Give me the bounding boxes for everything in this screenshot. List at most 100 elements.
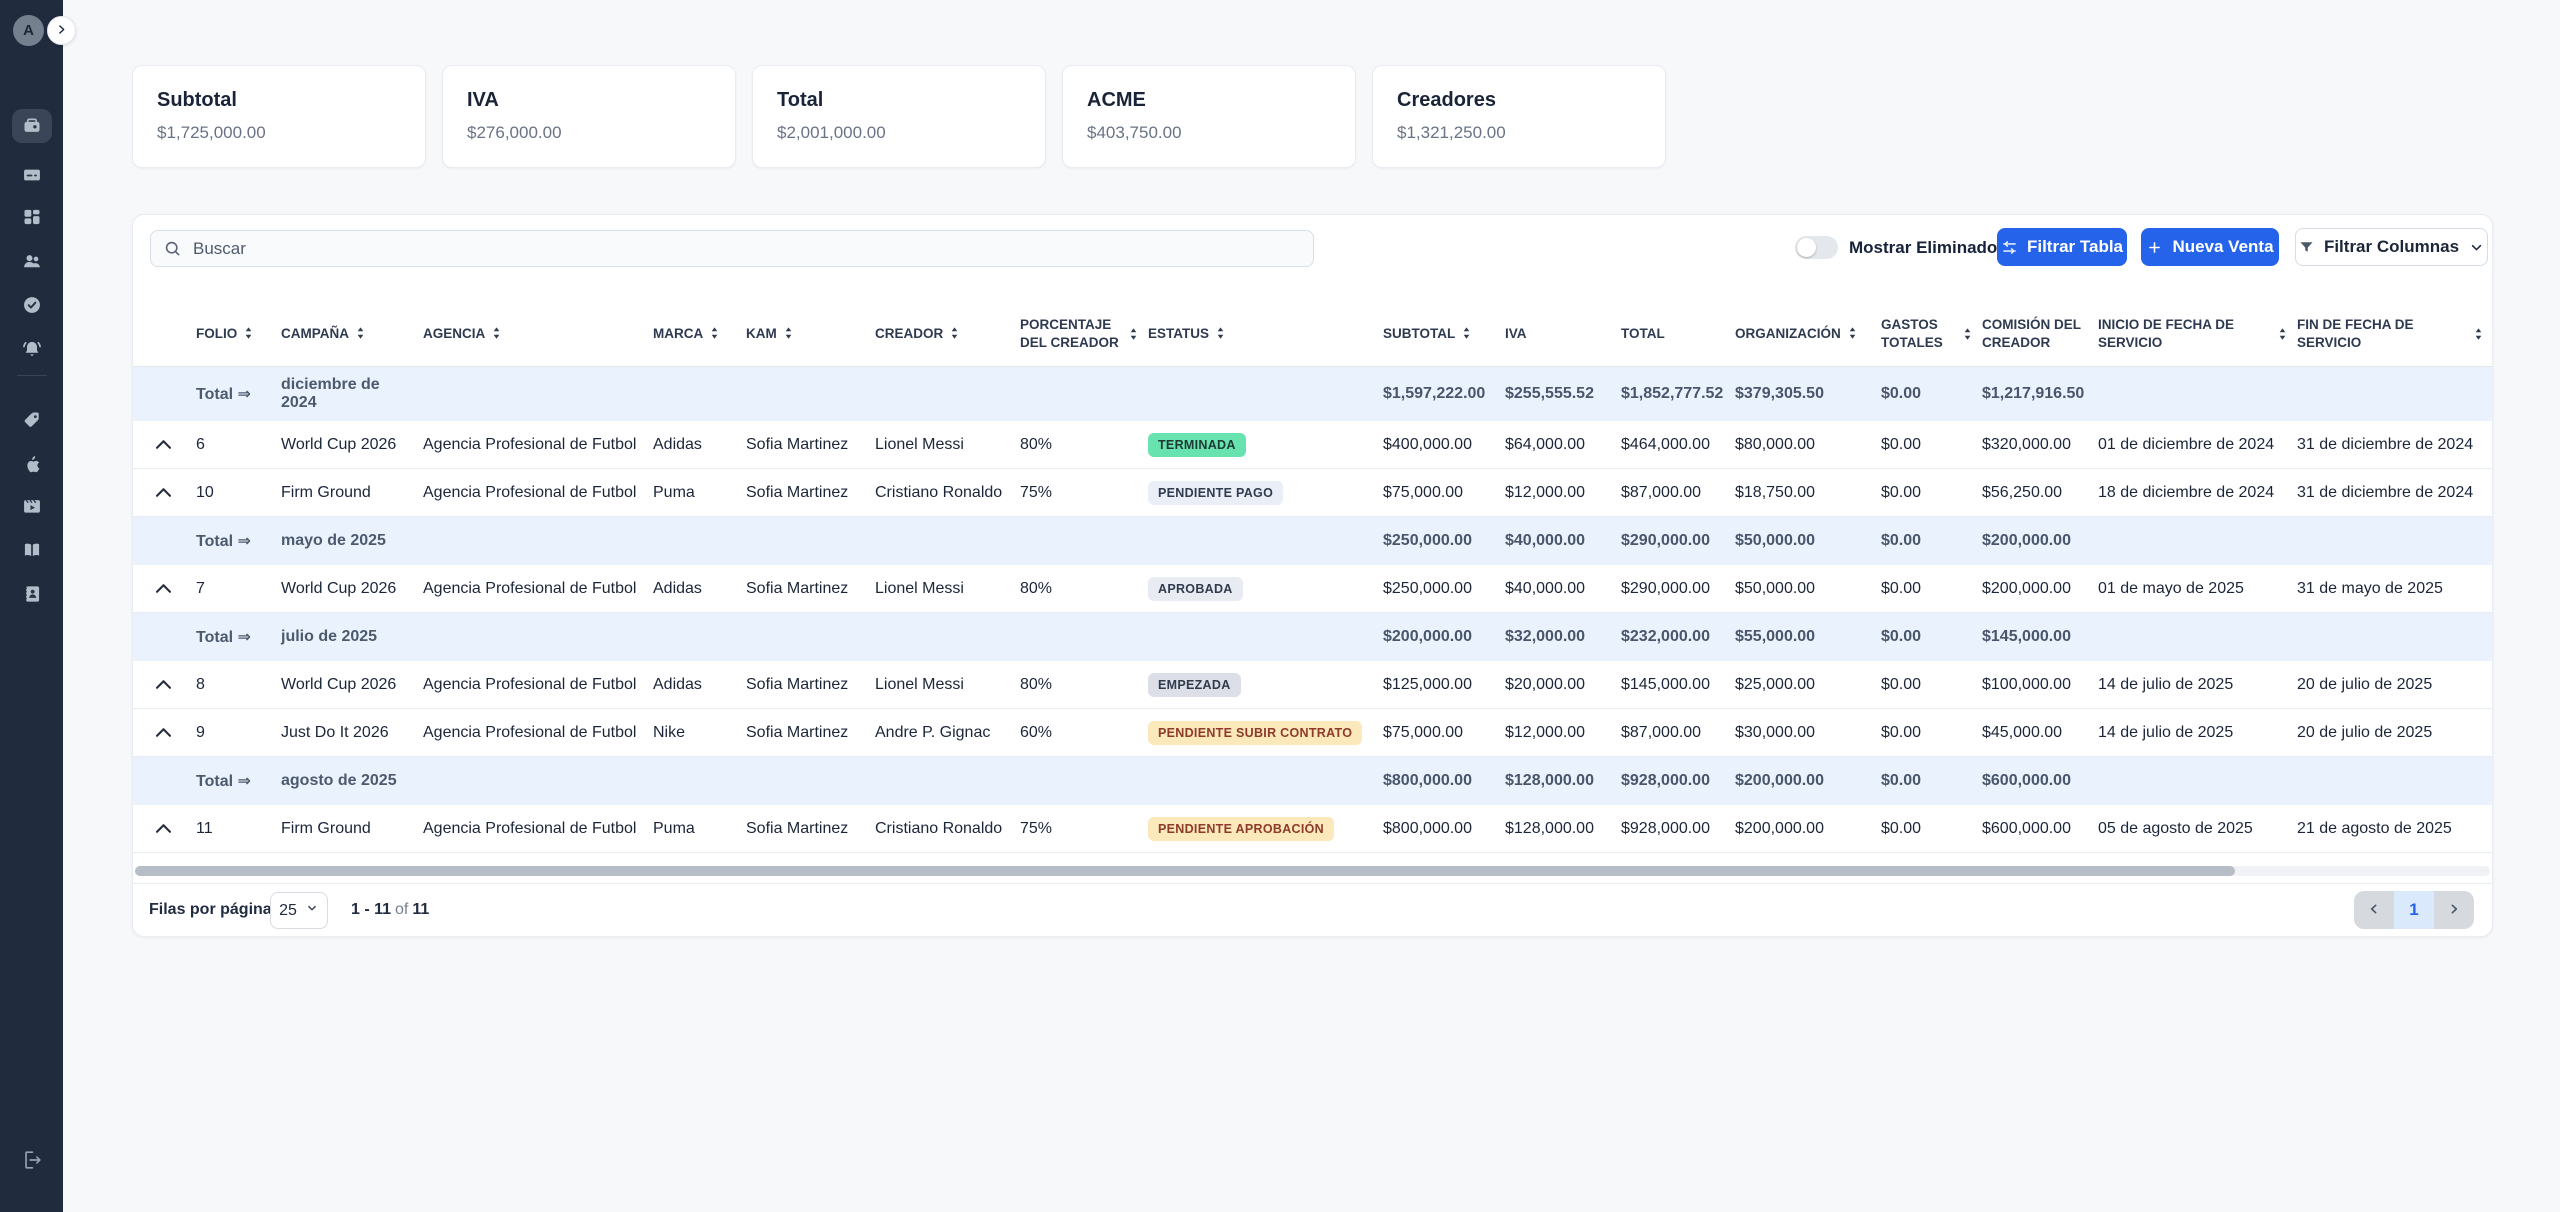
column-header-estatus[interactable]: ESTATUS (1148, 325, 1383, 343)
table-row: 11Firm GroundAgencia Profesional de Futb… (133, 805, 2492, 853)
next-page-button[interactable] (2434, 891, 2474, 929)
column-header-subtotal[interactable]: SUBTOTAL (1383, 325, 1505, 343)
chevron-up-icon[interactable] (156, 680, 174, 689)
collapse-cell (156, 488, 196, 497)
cell-kam: Sofia Martinez (746, 724, 875, 742)
group-total: $928,000.00 (1621, 772, 1735, 790)
cell-porcentaje: 60% (1020, 724, 1148, 742)
group-month: julio de 2025 (281, 628, 423, 646)
group-subtotal: $1,597,222.00 (1383, 385, 1505, 403)
chevron-up-icon[interactable] (156, 584, 174, 593)
cell-comision_creador: $600,000.00 (1982, 820, 2098, 838)
chevron-up-icon[interactable] (156, 488, 174, 497)
cell-gastos_totales: $0.00 (1881, 436, 1982, 454)
horizontal-scrollbar-thumb[interactable] (135, 866, 2235, 876)
cell-agencia: Agencia Profesional de Futbol (423, 436, 653, 454)
cell-folio: 10 (196, 484, 281, 502)
group-gastos_totales: $0.00 (1881, 772, 1982, 790)
group-comision_creador: $145,000.00 (1982, 628, 2098, 646)
new-sale-button[interactable]: Nueva Venta (2141, 228, 2279, 266)
filter-table-label: Filtrar Tabla (2027, 237, 2123, 257)
cell-marca: Puma (653, 820, 746, 838)
card-title: Subtotal (157, 89, 401, 112)
sidebar-expand-button[interactable] (47, 16, 76, 45)
chevron-up-icon[interactable] (156, 440, 174, 449)
status-badge: APROBADA (1148, 577, 1243, 601)
sort-icon (1848, 326, 1857, 340)
sidebar-item-users[interactable] (12, 244, 52, 278)
group-iva: $255,555.52 (1505, 385, 1621, 403)
group-total-row: Total ⇒diciembre de 2024$1,597,222.00$25… (133, 367, 2492, 421)
cell-inicio-servicio: 14 de julio de 2025 (2098, 676, 2297, 694)
column-header-gastos-totales[interactable]: GASTOS TOTALES (1881, 316, 1982, 351)
cell-inicio-servicio: 05 de agosto de 2025 (2098, 820, 2297, 838)
sidebar-item-credit-card[interactable] (12, 158, 52, 192)
cell-iva: $40,000.00 (1505, 580, 1621, 598)
column-header-organizaci-n[interactable]: ORGANIZACIÓN (1735, 325, 1881, 343)
sidebar-item-book[interactable] (12, 533, 52, 567)
avatar[interactable]: A (13, 15, 44, 46)
cell-marca: Adidas (653, 436, 746, 454)
sidebar-item-check-circle[interactable] (12, 288, 52, 322)
table-row: 10Firm GroundAgencia Profesional de Futb… (133, 469, 2492, 517)
column-header-fin-de-fecha-de-servicio[interactable]: FIN DE FECHA DE SERVICIO (2297, 316, 2493, 351)
cell-kam: Sofia Martinez (746, 820, 875, 838)
group-subtotal: $250,000.00 (1383, 532, 1505, 550)
cell-campana: Firm Ground (281, 484, 423, 502)
pagination-range: 1 - 11of11 (351, 901, 429, 919)
cell-subtotal: $75,000.00 (1383, 484, 1505, 502)
logout-button[interactable] (16, 1148, 48, 1174)
group-comision_creador: $1,217,916.50 (1982, 385, 2098, 403)
group-iva: $128,000.00 (1505, 772, 1621, 790)
sliders-icon (2001, 239, 2018, 256)
filter-columns-button[interactable]: Filtrar Columnas (2295, 228, 2488, 266)
cell-gastos_totales: $0.00 (1881, 724, 1982, 742)
sort-icon (784, 326, 793, 340)
show-deleted-toggle[interactable] (1795, 236, 1838, 259)
range-values: 1 - 11 (351, 901, 391, 918)
cell-gastos_totales: $0.00 (1881, 484, 1982, 502)
group-total-row: Total ⇒julio de 2025$200,000.00$32,000.0… (133, 613, 2492, 661)
toggle-knob (1797, 238, 1816, 257)
summary-cards: Subtotal$1,725,000.00IVA$276,000.00Total… (132, 65, 1666, 168)
sidebar-item-bell[interactable] (12, 332, 52, 366)
rows-per-page-select[interactable]: 25 (270, 892, 328, 929)
sidebar-item-apple[interactable] (12, 447, 52, 481)
column-label: AGENCIA (423, 325, 485, 343)
filter-table-button[interactable]: Filtrar Tabla (1997, 228, 2127, 266)
rows-per-page-label: Filas por página (149, 901, 272, 919)
group-total-row: Total ⇒mayo de 2025$250,000.00$40,000.00… (133, 517, 2492, 565)
page-number-button[interactable]: 1 (2394, 891, 2434, 929)
cell-comision_creador: $320,000.00 (1982, 436, 2098, 454)
column-label: IVA (1505, 325, 1527, 343)
cell-creador: Cristiano Ronaldo (875, 484, 1020, 502)
cell-campana: World Cup 2026 (281, 436, 423, 454)
column-header-campa-a[interactable]: CAMPAÑA (281, 325, 423, 343)
search-input[interactable] (150, 230, 1314, 267)
status-badge: PENDIENTE SUBIR CONTRATO (1148, 721, 1362, 745)
column-header-agencia[interactable]: AGENCIA (423, 325, 653, 343)
sort-icon (2278, 327, 2287, 341)
column-header-creador[interactable]: CREADOR (875, 325, 1020, 343)
cell-estatus: PENDIENTE PAGO (1148, 481, 1383, 505)
column-header-marca[interactable]: MARCA (653, 325, 746, 343)
chevron-up-icon[interactable] (156, 728, 174, 737)
column-header-kam[interactable]: KAM (746, 325, 875, 343)
column-header-folio[interactable]: FOLIO (196, 325, 281, 343)
table-row: 7World Cup 2026Agencia Profesional de Fu… (133, 565, 2492, 613)
cell-folio: 9 (196, 724, 281, 742)
status-badge: PENDIENTE APROBACIÓN (1148, 817, 1334, 841)
chevron-up-icon[interactable] (156, 824, 174, 833)
sidebar-item-dashboard[interactable] (12, 200, 52, 234)
column-header-porcentaje-del-creador[interactable]: PORCENTAJE DEL CREADOR (1020, 316, 1148, 351)
sidebar-item-media[interactable] (12, 489, 52, 523)
sidebar-item-tag[interactable] (12, 403, 52, 437)
card-value: $1,321,250.00 (1397, 123, 1641, 143)
column-header-inicio-de-fecha-de-servicio[interactable]: INICIO DE FECHA DE SERVICIO (2098, 316, 2297, 351)
previous-page-button[interactable] (2354, 891, 2394, 929)
card-title: Total (777, 89, 1021, 112)
sidebar-item-gallery[interactable] (12, 109, 52, 143)
sidebar-item-contact-card[interactable] (12, 577, 52, 611)
show-deleted-label: Mostrar Eliminados (1849, 236, 2007, 259)
cell-kam: Sofia Martinez (746, 436, 875, 454)
